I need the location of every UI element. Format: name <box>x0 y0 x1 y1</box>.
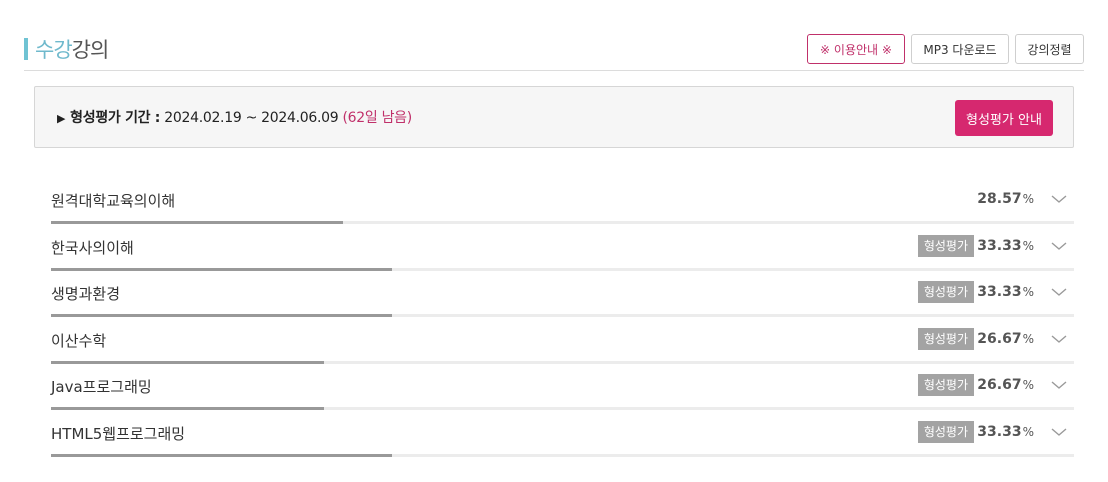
period-dates: 2024.02.19 ~ 2024.06.09 <box>164 110 339 126</box>
page-header: 수강 강의 ※ 이용안내 ※ MP3 다운로드 강의정렬 <box>24 30 1084 71</box>
page-title-rest: 강의 <box>71 38 110 62</box>
percent-value: 26.67 <box>977 377 1022 393</box>
course-progress-percent: 28.57% <box>977 191 1034 207</box>
percent-unit: % <box>1022 192 1034 206</box>
percent-unit: % <box>1022 285 1034 299</box>
course-row[interactable]: 생명과환경 형성평가 33.33% <box>51 271 1074 317</box>
course-row[interactable]: 한국사의이해 형성평가 33.33% <box>51 225 1074 271</box>
course-row[interactable]: HTML5웹프로그래밍 형성평가 33.33% <box>51 411 1074 457</box>
assessment-period-notice: ▶ 형성평가 기간 : 2024.02.19 ~ 2024.06.09 (62일 … <box>34 86 1074 148</box>
progress-track <box>51 221 1074 224</box>
assessment-badge[interactable]: 형성평가 <box>917 235 974 257</box>
progress-fill <box>51 221 344 224</box>
triangle-right-icon: ▶ <box>57 112 66 125</box>
assessment-guide-button[interactable]: 형성평가 안내 <box>955 100 1053 136</box>
assessment-badge[interactable]: 형성평가 <box>917 374 974 396</box>
page: 수강 강의 ※ 이용안내 ※ MP3 다운로드 강의정렬 ▶ 형성평가 기간 : … <box>0 0 1108 482</box>
progress-fill <box>51 314 392 317</box>
course-progress-percent: 33.33% <box>977 238 1034 254</box>
chevron-down-icon[interactable] <box>1050 376 1068 394</box>
page-title: 수강 강의 <box>24 36 110 62</box>
percent-value: 33.33 <box>977 424 1022 440</box>
course-name[interactable]: Java프로그래밍 <box>51 376 152 397</box>
percent-unit: % <box>1022 332 1034 346</box>
percent-value: 28.57 <box>977 191 1022 207</box>
percent-value: 33.33 <box>977 238 1022 254</box>
chevron-down-icon[interactable] <box>1050 330 1068 348</box>
chevron-down-icon[interactable] <box>1050 237 1068 255</box>
course-row[interactable]: 이산수학 형성평가 26.67% <box>51 318 1074 364</box>
percent-value: 26.67 <box>977 331 1022 347</box>
course-name[interactable]: 한국사의이해 <box>51 237 134 258</box>
assessment-badge[interactable]: 형성평가 <box>917 281 974 303</box>
course-progress-percent: 33.33% <box>977 424 1034 440</box>
progress-fill <box>51 454 392 457</box>
page-title-accent: 수강 <box>35 38 73 62</box>
sort-lectures-button[interactable]: 강의정렬 <box>1015 34 1084 64</box>
progress-track <box>51 314 1074 317</box>
assessment-badge[interactable]: 형성평가 <box>917 421 974 443</box>
chevron-down-icon[interactable] <box>1050 190 1068 208</box>
course-row[interactable]: 원격대학교육의이해 28.57% <box>51 178 1074 224</box>
course-row[interactable]: Java프로그래밍 형성평가 26.67% <box>51 364 1074 410</box>
course-name[interactable]: 원격대학교육의이해 <box>51 190 175 211</box>
percent-unit: % <box>1022 239 1034 253</box>
course-progress-percent: 33.33% <box>977 284 1034 300</box>
assessment-badge[interactable]: 형성평가 <box>917 328 974 350</box>
percent-value: 33.33 <box>977 284 1022 300</box>
course-name[interactable]: 생명과환경 <box>51 283 120 304</box>
course-name[interactable]: 이산수학 <box>51 330 106 351</box>
percent-unit: % <box>1022 425 1034 439</box>
course-progress-percent: 26.67% <box>977 377 1034 393</box>
course-name[interactable]: HTML5웹프로그래밍 <box>51 423 185 444</box>
chevron-down-icon[interactable] <box>1050 423 1068 441</box>
progress-track <box>51 454 1074 457</box>
percent-unit: % <box>1022 378 1034 392</box>
mp3-download-button[interactable]: MP3 다운로드 <box>911 34 1009 64</box>
chevron-down-icon[interactable] <box>1050 283 1068 301</box>
notice-text: ▶ 형성평가 기간 : 2024.02.19 ~ 2024.06.09 (62일 … <box>57 107 412 127</box>
days-remaining: (62일 남음) <box>342 110 412 126</box>
progress-fill <box>51 407 324 410</box>
usage-guide-button[interactable]: ※ 이용안내 ※ <box>807 34 905 64</box>
course-progress-percent: 26.67% <box>977 331 1034 347</box>
progress-track <box>51 407 1074 410</box>
title-accent-bar <box>24 38 28 60</box>
period-label: 형성평가 기간 : <box>70 110 161 126</box>
